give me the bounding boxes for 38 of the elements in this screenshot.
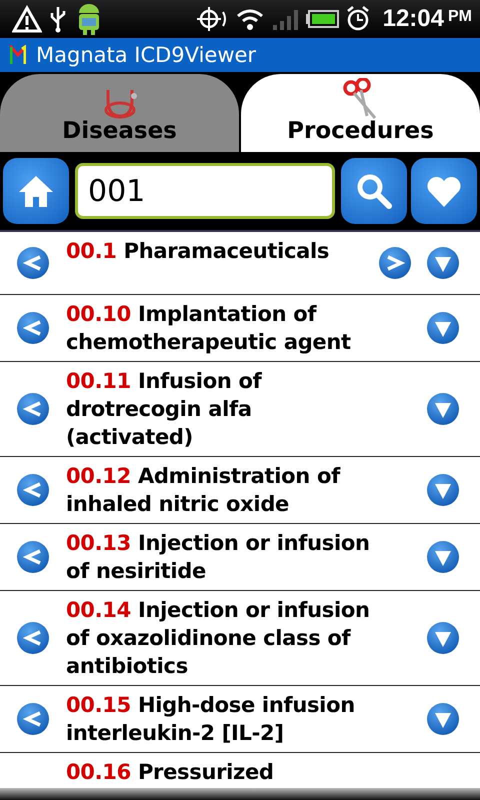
search-button[interactable] (341, 158, 407, 224)
back-button[interactable] (16, 246, 50, 280)
home-button[interactable] (3, 158, 69, 224)
app-logo-icon (10, 45, 26, 65)
procedure-title[interactable]: 00.16 Pressurized (66, 758, 372, 786)
procedure-title[interactable]: 00.1 Pharamaceuticals (66, 237, 372, 265)
battery-icon (304, 9, 339, 29)
clock-period: PM (448, 8, 472, 26)
expand-button[interactable] (426, 702, 460, 736)
procedure-title[interactable]: 00.15 High-dose infusion interleukin-2 [IL-2] (66, 691, 372, 747)
back-button[interactable] (16, 702, 50, 736)
back-button[interactable] (16, 540, 50, 574)
expand-button[interactable] (426, 392, 460, 426)
procedure-title[interactable]: 00.12 Administration of inhaled nitric oxide (66, 462, 372, 518)
signal-icon (270, 7, 299, 31)
open-button[interactable] (378, 246, 412, 280)
back-button[interactable] (16, 392, 50, 426)
expand-button[interactable] (426, 311, 460, 345)
usb-icon (48, 5, 68, 33)
expand-button[interactable] (426, 473, 460, 507)
warning-icon (12, 5, 42, 33)
procedure-title[interactable]: 00.11 Infusion of drotrecogin alfa (activated) (66, 367, 372, 451)
clock-time: 12:04 (382, 5, 444, 33)
expand-button[interactable] (426, 621, 460, 655)
back-button[interactable] (16, 621, 50, 655)
procedure-title[interactable]: 00.13 Injection or infusion of nesiritide (66, 529, 372, 585)
tab[interactable]: Procedures (241, 74, 480, 152)
procedure-title[interactable]: 00.14 Injection or infusion of oxazolidinone class of antibiotics (66, 596, 372, 680)
favorite-button[interactable] (411, 158, 477, 224)
expand-button[interactable] (426, 540, 460, 574)
expand-button[interactable] (426, 246, 460, 280)
search-field[interactable]: 001 (75, 163, 335, 219)
back-button[interactable] (16, 473, 50, 507)
procedure-title[interactable]: 00.10 Implantation of chemotherapeutic agent (66, 300, 372, 356)
tab[interactable]: Diseases (0, 74, 239, 152)
back-button[interactable] (16, 311, 50, 345)
alarm-clock-icon (344, 5, 371, 33)
window-title: Magnata ICD9Viewer (36, 43, 256, 67)
